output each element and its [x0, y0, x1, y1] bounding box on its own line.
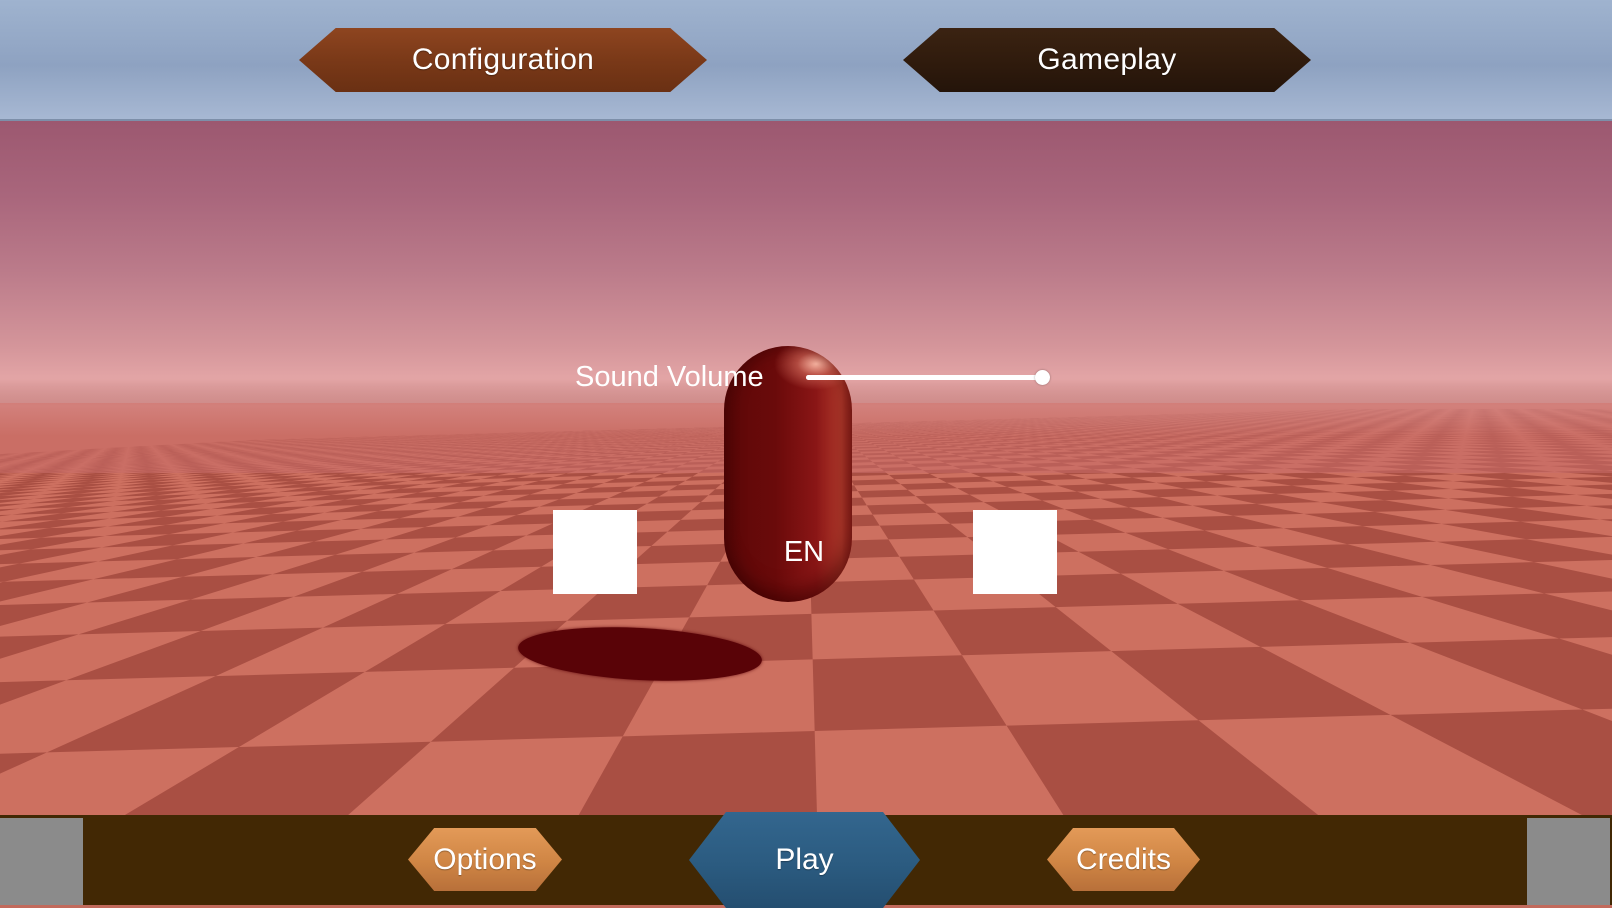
play-button[interactable]: Play [689, 812, 920, 908]
slider-fill [806, 375, 1042, 380]
game-scene-viewport: Sound Volume EN [0, 121, 1612, 815]
left-side-panel [0, 818, 83, 905]
language-next-button[interactable] [973, 510, 1057, 594]
language-previous-button[interactable] [553, 510, 637, 594]
gameplay-tab-label: Gameplay [1037, 43, 1176, 77]
right-side-panel [1527, 818, 1610, 905]
configuration-tab-label: Configuration [412, 43, 594, 77]
options-button-label: Options [433, 843, 536, 877]
language-label: EN [764, 535, 844, 569]
sound-volume-slider[interactable] [806, 370, 1050, 386]
options-button[interactable]: Options [408, 828, 562, 891]
credits-button[interactable]: Credits [1047, 828, 1200, 891]
gameplay-tab[interactable]: Gameplay [903, 28, 1311, 92]
play-button-label: Play [775, 843, 833, 877]
credits-button-label: Credits [1076, 843, 1171, 877]
slider-handle[interactable] [1035, 370, 1050, 385]
configuration-tab[interactable]: Configuration [299, 28, 707, 92]
top-bar: Configuration Gameplay [0, 0, 1612, 121]
floor-tile [867, 503, 937, 514]
sound-volume-label: Sound Volume [575, 359, 764, 395]
